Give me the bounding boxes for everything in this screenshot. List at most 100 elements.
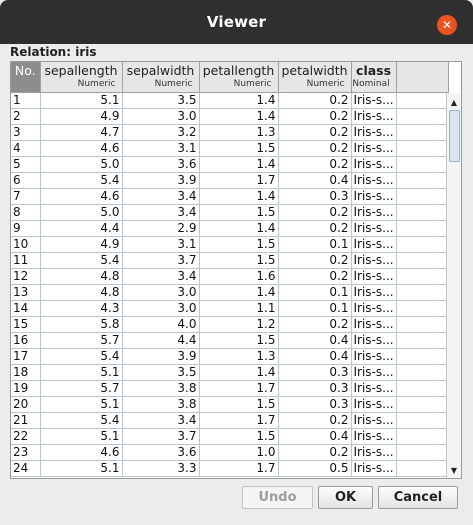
table-cell[interactable]: 1.5 bbox=[199, 428, 279, 445]
table-cell[interactable]: 1.4 bbox=[199, 284, 279, 301]
table-cell[interactable]: 5.4 bbox=[40, 252, 123, 269]
table-cell[interactable]: 0.4 bbox=[278, 332, 352, 349]
table-cell[interactable]: 4.8 bbox=[40, 284, 123, 301]
table-row[interactable]: 10 4.9 3.1 1.5 0.1 Iris-s... bbox=[11, 236, 449, 253]
table-cell[interactable]: 5.1 bbox=[40, 364, 123, 381]
table-cell[interactable]: 1.4 bbox=[199, 92, 279, 109]
table-cell[interactable]: 1.6 bbox=[199, 268, 279, 285]
row-number-cell[interactable]: 21 bbox=[11, 412, 41, 429]
table-cell[interactable]: Iris-s... bbox=[351, 124, 397, 141]
table-cell[interactable]: Iris-s... bbox=[351, 252, 397, 269]
row-number-cell[interactable]: 19 bbox=[11, 380, 41, 397]
table-cell[interactable]: 3.4 bbox=[122, 204, 200, 221]
table-row[interactable]: 19 5.7 3.8 1.7 0.3 Iris-s... bbox=[11, 380, 449, 397]
table-row[interactable]: 21 5.4 3.4 1.7 0.2 Iris-s... bbox=[11, 412, 449, 429]
table-cell[interactable]: 5.4 bbox=[40, 172, 123, 189]
scroll-up-icon[interactable]: ▲ bbox=[447, 95, 461, 109]
title-bar[interactable]: Viewer ✕ bbox=[0, 0, 473, 44]
table-cell[interactable]: Iris-s... bbox=[351, 300, 397, 317]
table-cell[interactable]: 3.0 bbox=[122, 108, 200, 125]
table-row[interactable]: 12 4.8 3.4 1.6 0.2 Iris-s... bbox=[11, 268, 449, 285]
table-cell[interactable]: 3.7 bbox=[122, 428, 200, 445]
row-number-cell[interactable]: 9 bbox=[11, 220, 41, 237]
table-cell[interactable]: 4.8 bbox=[40, 268, 123, 285]
table-row[interactable]: 22 5.1 3.7 1.5 0.4 Iris-s... bbox=[11, 428, 449, 445]
table-cell[interactable]: 0.1 bbox=[278, 300, 352, 317]
table-cell[interactable]: 0.2 bbox=[278, 156, 352, 173]
table-row[interactable]: 17 5.4 3.9 1.3 0.4 Iris-s... bbox=[11, 348, 449, 365]
table-cell[interactable]: Iris-s... bbox=[351, 204, 397, 221]
table-cell[interactable]: 2.9 bbox=[122, 220, 200, 237]
row-number-cell[interactable]: 23 bbox=[11, 444, 41, 461]
table-cell[interactable]: Iris-s... bbox=[351, 316, 397, 333]
row-number-cell[interactable]: 6 bbox=[11, 172, 41, 189]
table-cell[interactable]: 3.9 bbox=[122, 348, 200, 365]
table-cell[interactable]: 1.5 bbox=[199, 396, 279, 413]
table-cell[interactable]: 1.7 bbox=[199, 412, 279, 429]
table-cell[interactable]: 4.6 bbox=[40, 140, 123, 157]
row-number-cell[interactable]: 8 bbox=[11, 204, 41, 221]
table-cell[interactable]: 1.4 bbox=[199, 188, 279, 205]
table-cell[interactable]: Iris-s... bbox=[351, 348, 397, 365]
table-cell[interactable]: 1.5 bbox=[199, 332, 279, 349]
table-cell[interactable]: Iris-s... bbox=[351, 380, 397, 397]
table-cell[interactable]: 4.4 bbox=[40, 220, 123, 237]
table-cell[interactable]: 0.1 bbox=[278, 236, 352, 253]
table-cell[interactable]: 3.8 bbox=[122, 380, 200, 397]
table-cell[interactable]: 1.5 bbox=[199, 204, 279, 221]
row-number-cell[interactable]: 20 bbox=[11, 396, 41, 413]
table-cell[interactable]: 3.1 bbox=[122, 236, 200, 253]
table-cell[interactable]: 1.4 bbox=[199, 220, 279, 237]
table-cell[interactable]: 5.1 bbox=[40, 396, 123, 413]
row-number-cell[interactable]: 1 bbox=[11, 92, 41, 109]
table-row[interactable]: 23 4.6 3.6 1.0 0.2 Iris-s... bbox=[11, 444, 449, 461]
table-cell[interactable]: 1.3 bbox=[199, 124, 279, 141]
table-cell[interactable]: 3.0 bbox=[122, 300, 200, 317]
table-cell[interactable]: 1.3 bbox=[199, 348, 279, 365]
table-cell[interactable]: 5.1 bbox=[40, 460, 123, 477]
row-number-cell[interactable]: 7 bbox=[11, 188, 41, 205]
table-cell[interactable]: 3.9 bbox=[122, 172, 200, 189]
table-cell[interactable]: Iris-s... bbox=[351, 108, 397, 125]
table-cell[interactable]: 1.5 bbox=[199, 252, 279, 269]
row-number-cell[interactable]: 11 bbox=[11, 252, 41, 269]
table-row[interactable]: 4 4.6 3.1 1.5 0.2 Iris-s... bbox=[11, 140, 449, 157]
column-header-no[interactable]: No. bbox=[11, 62, 41, 93]
table-cell[interactable]: Iris-s... bbox=[351, 172, 397, 189]
column-header-petallength[interactable]: petallength Numeric bbox=[199, 62, 279, 93]
table-cell[interactable]: 3.8 bbox=[122, 396, 200, 413]
table-cell[interactable]: 0.2 bbox=[278, 252, 352, 269]
table-cell[interactable]: Iris-s... bbox=[351, 284, 397, 301]
table-cell[interactable]: 1.5 bbox=[199, 140, 279, 157]
table-cell[interactable]: 5.0 bbox=[40, 204, 123, 221]
row-number-cell[interactable]: 18 bbox=[11, 364, 41, 381]
row-number-cell[interactable]: 16 bbox=[11, 332, 41, 349]
table-cell[interactable]: Iris-s... bbox=[351, 268, 397, 285]
table-cell[interactable]: Iris-s... bbox=[351, 140, 397, 157]
table-cell[interactable]: 0.2 bbox=[278, 316, 352, 333]
table-cell[interactable]: 1.2 bbox=[199, 316, 279, 333]
table-row[interactable]: 14 4.3 3.0 1.1 0.1 Iris-s... bbox=[11, 300, 449, 317]
table-cell[interactable]: Iris-s... bbox=[351, 236, 397, 253]
row-number-cell[interactable]: 5 bbox=[11, 156, 41, 173]
vertical-scrollbar[interactable]: ▲ ▼ bbox=[446, 93, 461, 478]
table-cell[interactable]: 5.1 bbox=[40, 92, 123, 109]
table-cell[interactable]: 0.3 bbox=[278, 396, 352, 413]
table-cell[interactable]: 0.2 bbox=[278, 220, 352, 237]
row-number-cell[interactable]: 3 bbox=[11, 124, 41, 141]
table-cell[interactable]: 0.4 bbox=[278, 428, 352, 445]
column-header-class[interactable]: class Nominal bbox=[351, 62, 397, 93]
row-number-cell[interactable]: 13 bbox=[11, 284, 41, 301]
table-cell[interactable]: 4.9 bbox=[40, 108, 123, 125]
table-cell[interactable]: 3.4 bbox=[122, 268, 200, 285]
table-cell[interactable]: 3.6 bbox=[122, 156, 200, 173]
table-cell[interactable]: 4.6 bbox=[40, 188, 123, 205]
row-number-cell[interactable]: 24 bbox=[11, 460, 41, 477]
table-cell[interactable]: Iris-s... bbox=[351, 460, 397, 477]
table-cell[interactable]: 5.7 bbox=[40, 332, 123, 349]
table-cell[interactable]: 1.7 bbox=[199, 172, 279, 189]
table-cell[interactable]: 4.4 bbox=[122, 332, 200, 349]
table-cell[interactable]: Iris-s... bbox=[351, 364, 397, 381]
table-cell[interactable]: Iris-s... bbox=[351, 412, 397, 429]
row-number-cell[interactable]: 15 bbox=[11, 316, 41, 333]
